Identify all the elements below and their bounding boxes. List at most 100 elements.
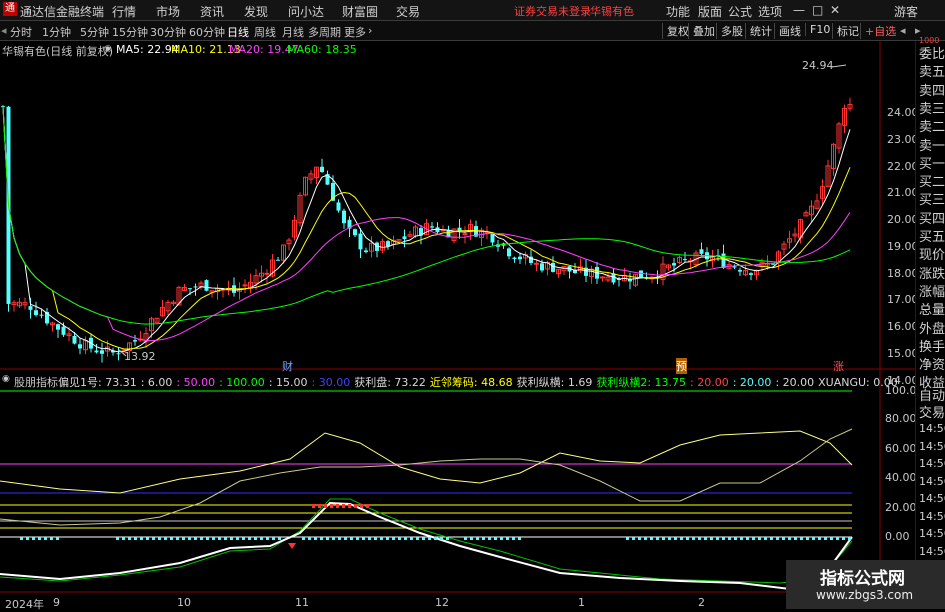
signal-dot <box>674 537 677 540</box>
menu-wealth[interactable]: 财富圈 <box>342 3 378 20</box>
menu-market[interactable]: 市场 <box>156 3 180 20</box>
period-5min[interactable]: 5分钟 <box>80 24 109 40</box>
candle-body <box>320 166 324 172</box>
quote-label: 卖一 <box>919 138 945 154</box>
signal-dot <box>404 537 407 540</box>
menu-ask[interactable]: 问小达 <box>288 3 324 20</box>
period-monthly[interactable]: 月线 <box>282 24 304 40</box>
signal-dot <box>206 537 209 540</box>
signal-dot <box>386 537 389 540</box>
tool-add-watchlist[interactable]: +自选 <box>860 23 896 39</box>
period-60min[interactable]: 60分钟 <box>189 24 225 40</box>
restore-icon[interactable]: □ <box>812 3 823 17</box>
marker-finance[interactable]: 财 <box>282 358 293 374</box>
tool-f10[interactable]: F10 <box>805 23 830 36</box>
tool-draw[interactable]: 画线 <box>774 23 801 39</box>
candle-body <box>336 202 341 211</box>
guest-label[interactable]: 游客 <box>894 3 918 20</box>
candle-body <box>72 336 77 344</box>
candle-body <box>540 263 544 271</box>
indicator-line-khaki <box>0 428 853 526</box>
period-bar: ◂ 分时 1分钟 5分钟 15分钟 30分钟 60分钟 日线 周线 月线 多周期… <box>0 21 945 41</box>
date-tick-label: 2024年 <box>5 598 44 611</box>
indicator-settings-icon[interactable]: ◉ <box>2 374 10 384</box>
menu-quotes[interactable]: 行情 <box>112 3 136 20</box>
signal-dot <box>212 537 215 540</box>
quote-label: 现价 <box>919 248 945 264</box>
quote-label: 14:56 <box>919 474 945 488</box>
candle-body <box>133 340 137 342</box>
chart-area[interactable] <box>0 41 915 609</box>
signal-dot <box>398 537 401 540</box>
signal-dot <box>782 537 785 540</box>
signal-dot <box>848 537 851 540</box>
indicator-tick-label: 0.00 <box>885 530 910 543</box>
ma-settings-icon[interactable]: ◉ <box>104 44 112 54</box>
candle-body <box>242 284 248 287</box>
prev-arrow-icon[interactable]: ◂ <box>900 24 906 37</box>
period-multi[interactable]: 多周期 <box>308 24 341 40</box>
tool-fuquan[interactable]: 复权 <box>662 23 689 39</box>
indicator-name[interactable]: 股朋指标 <box>14 374 58 390</box>
signal-dot <box>734 537 737 540</box>
signal-dot <box>752 537 755 540</box>
login-notice[interactable]: 证券交易未登录 <box>514 3 591 19</box>
more-chevron-icon[interactable]: › <box>368 24 372 37</box>
signal-dot <box>122 537 125 540</box>
candle-body <box>600 276 605 279</box>
left-arrow-icon[interactable]: ◂ <box>1 24 7 37</box>
tool-stats[interactable]: 统计 <box>745 23 772 39</box>
period-30min[interactable]: 30分钟 <box>150 24 186 40</box>
period-15min[interactable]: 15分钟 <box>112 24 148 40</box>
signal-dot <box>788 537 791 540</box>
tool-mark[interactable]: 标记 <box>832 23 859 39</box>
signal-dot <box>770 537 773 540</box>
marker-rise[interactable]: 涨 <box>833 358 844 374</box>
quote-label: 买二 <box>919 175 945 191</box>
period-1min[interactable]: 1分钟 <box>42 24 71 40</box>
candle-body <box>462 233 468 236</box>
signal-dot-red <box>318 504 321 508</box>
price-tick-label: 23.00 <box>887 133 919 146</box>
signal-dot <box>632 537 635 540</box>
tool-multistock[interactable]: 多股 <box>716 23 743 39</box>
minimize-icon[interactable]: — <box>793 3 805 17</box>
main-chart-title: 华锡有色(日线 前复权) <box>2 45 114 58</box>
candle-body <box>512 257 517 260</box>
candle-body <box>100 350 104 354</box>
tool-overlay[interactable]: 叠加 <box>688 23 715 39</box>
period-weekly[interactable]: 周线 <box>254 24 276 40</box>
candle-body <box>78 344 82 349</box>
candle-body <box>276 259 280 261</box>
menu-news[interactable]: 资讯 <box>200 3 224 20</box>
period-intraday[interactable]: 分时 <box>10 24 32 40</box>
menu-function[interactable]: 功能 <box>666 3 690 20</box>
signal-dot <box>278 537 281 540</box>
candle-body <box>430 226 434 228</box>
candle-body <box>518 256 522 260</box>
marker-forecast[interactable]: 预 <box>676 358 687 374</box>
indicator-legend-item: 近邻筹码: 48.68 <box>429 376 513 389</box>
candle-body <box>402 236 407 240</box>
date-tick-label: 2 <box>698 596 705 609</box>
menu-layout[interactable]: 版面 <box>698 3 722 20</box>
menu-discover[interactable]: 发现 <box>244 3 268 20</box>
indicator-legend-item: : 20.00 <box>732 376 772 389</box>
menu-options[interactable]: 选项 <box>758 3 782 20</box>
quote-label: 买一 <box>919 156 945 172</box>
signal-dot <box>830 537 833 540</box>
watermark-url: www.zbgs3.com <box>816 588 914 602</box>
menu-trade[interactable]: 交易 <box>396 3 420 20</box>
signal-dot <box>320 537 323 540</box>
high-price-label: 24.94 <box>802 59 834 72</box>
menu-formula[interactable]: 公式 <box>728 3 752 20</box>
close-icon[interactable]: ✕ <box>830 3 840 17</box>
candle-body <box>364 250 368 253</box>
quote-label[interactable]: 交易 <box>919 402 945 421</box>
indicator-line-white <box>0 501 853 591</box>
signal-dot <box>194 537 197 540</box>
period-daily[interactable]: 日线 <box>227 24 249 40</box>
signal-dot <box>518 537 521 540</box>
signal-dot <box>176 537 179 540</box>
period-more[interactable]: 更多 <box>344 24 366 40</box>
